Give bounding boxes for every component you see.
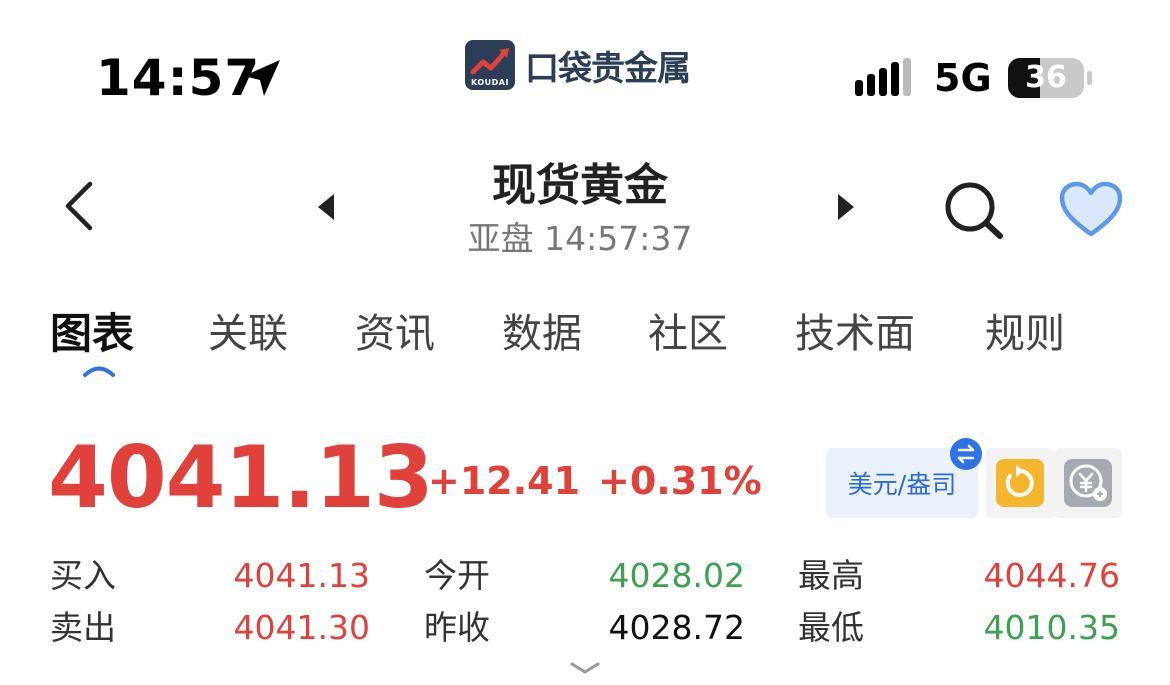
refresh-button[interactable] — [986, 448, 1054, 518]
chevron-down-icon[interactable] — [568, 660, 602, 676]
currency-exchange-button[interactable] — [1054, 448, 1122, 518]
price-change: +12.41 — [428, 459, 581, 503]
network-type: 5G — [934, 56, 992, 100]
status-time: 14:57 — [96, 49, 261, 107]
next-icon[interactable] — [830, 190, 860, 224]
tab-rules[interactable]: 规则 — [985, 306, 1065, 362]
tab-related[interactable]: 关联 — [208, 306, 288, 362]
low-value: 4010.35 — [983, 608, 1120, 647]
brand-name: 口袋贵金属 — [525, 48, 691, 89]
open-value: 4028.02 — [608, 556, 745, 595]
session-time: 亚盘 14:57:37 — [467, 219, 693, 258]
tab-technical[interactable]: 技术面 — [795, 306, 915, 362]
prev-close-value: 4028.72 — [608, 608, 745, 647]
page-title: 现货黄金 — [492, 160, 668, 211]
heart-icon[interactable] — [1058, 180, 1124, 240]
brand-logo-sub: KOUDAI — [471, 78, 509, 87]
prev-icon[interactable] — [312, 190, 342, 224]
buy-value: 4041.13 — [233, 556, 370, 595]
yuan-exchange-icon — [1064, 459, 1112, 507]
low-label: 最低 — [798, 608, 864, 647]
tab-news[interactable]: 资讯 — [355, 306, 435, 362]
tab-data[interactable]: 数据 — [502, 306, 582, 362]
refresh-icon — [996, 459, 1044, 507]
buy-label: 买入 — [50, 556, 116, 595]
open-label: 今开 — [424, 556, 490, 595]
sell-label: 卖出 — [50, 608, 116, 647]
swap-icon — [950, 438, 982, 470]
brand-logo: KOUDAI 口袋贵金属 — [465, 38, 691, 92]
battery-icon: 36 — [1008, 58, 1093, 98]
current-price: 4041.13 — [48, 428, 434, 528]
brand-logo-icon: KOUDAI — [465, 40, 515, 90]
high-value: 4044.76 — [983, 556, 1120, 595]
active-tab-indicator — [83, 366, 115, 377]
price-change-percent: +0.31% — [598, 459, 762, 503]
search-icon[interactable] — [940, 180, 1006, 240]
signal-icon — [855, 58, 911, 96]
battery-level: 36 — [1025, 60, 1067, 95]
high-label: 最高 — [798, 556, 864, 595]
sell-value: 4041.30 — [233, 608, 370, 647]
prev-close-label: 昨收 — [424, 608, 490, 647]
tab-chart[interactable]: 图表 — [50, 306, 134, 362]
back-icon[interactable] — [60, 180, 100, 232]
tab-community[interactable]: 社区 — [648, 306, 728, 362]
location-arrow-icon — [244, 60, 280, 96]
